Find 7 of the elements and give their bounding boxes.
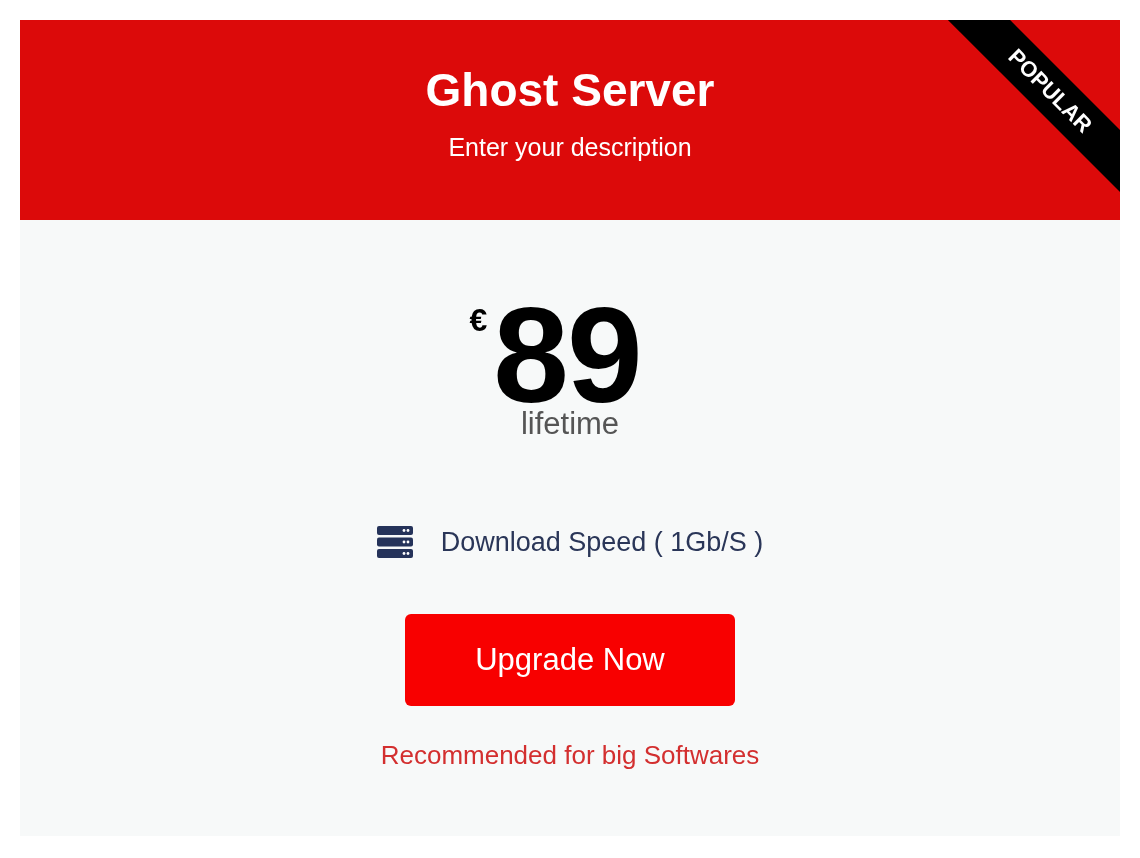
plan-description: Enter your description [448,132,692,162]
currency-symbol: € [469,302,488,339]
recommendation-note: Recommended for big Softwares [380,740,760,771]
server-icon [376,526,413,558]
plan-title: Ghost Server [425,63,715,118]
upgrade-button[interactable]: Upgrade Now [405,614,735,706]
feature-text: Download Speed ( 1Gb/S ) [440,526,764,558]
